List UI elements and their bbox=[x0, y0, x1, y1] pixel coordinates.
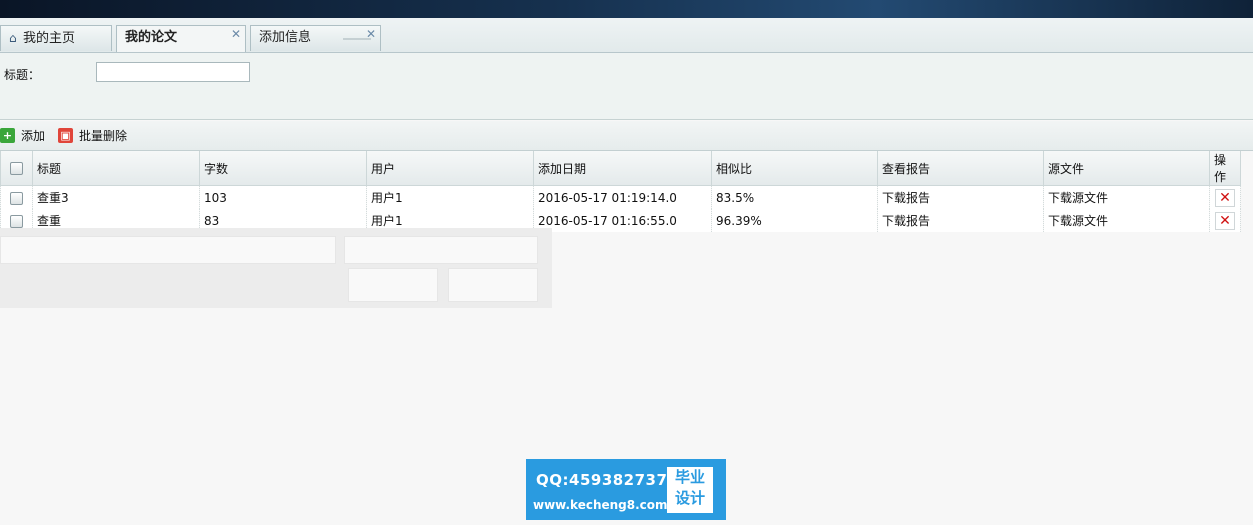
title-label: 标题： bbox=[4, 68, 41, 82]
cell-title: 查重3 bbox=[32, 185, 200, 209]
tab-bar: ⌂ 我的主页 我的论文 ✕ 添加信息 ✕ bbox=[0, 18, 1253, 53]
rendering-artifact bbox=[348, 268, 438, 302]
column-header[interactable]: 标题 bbox=[32, 151, 200, 186]
action-cell: ✕ bbox=[1209, 209, 1241, 232]
tab-label: 添加信息 bbox=[259, 30, 312, 45]
select-all-cell[interactable] bbox=[0, 151, 33, 186]
title-search-input[interactable] bbox=[96, 62, 250, 82]
tab-add-info[interactable]: 添加信息 ✕ bbox=[250, 25, 381, 51]
rendering-artifact bbox=[448, 268, 538, 302]
row-checkbox[interactable] bbox=[10, 214, 23, 228]
action-cell: ✕ bbox=[1209, 185, 1241, 209]
rendering-artifact bbox=[344, 236, 538, 264]
column-header[interactable]: 查看报告 bbox=[877, 151, 1044, 186]
tab-home[interactable]: ⌂ 我的主页 bbox=[0, 25, 112, 51]
cell-date: 2016-05-17 01:19:14.0 bbox=[533, 185, 712, 209]
row-select-cell[interactable] bbox=[0, 185, 33, 209]
close-icon[interactable]: ✕ bbox=[366, 22, 376, 46]
cell-date: 2016-05-17 01:16:55.0 bbox=[533, 209, 712, 232]
table-header-row: 标题 字数 用户 添加日期 相似比 查看报告 源文件 操作 bbox=[0, 151, 1241, 186]
cell-similarity: 96.39% bbox=[711, 209, 878, 232]
close-icon[interactable]: ✕ bbox=[231, 22, 241, 46]
download-source-link[interactable]: 下载源文件 bbox=[1043, 209, 1210, 232]
column-header[interactable]: 字数 bbox=[199, 151, 367, 186]
watermark-badge: 毕业 设计 bbox=[667, 467, 713, 513]
search-panel: 标题： bbox=[0, 53, 1253, 120]
batch-delete-label: 批量删除 bbox=[79, 129, 128, 143]
column-header[interactable]: 相似比 bbox=[711, 151, 878, 186]
delete-row-button[interactable]: ✕ bbox=[1215, 211, 1235, 230]
download-source-link[interactable]: 下载源文件 bbox=[1043, 185, 1210, 209]
column-header: 操作 bbox=[1209, 151, 1241, 186]
toolbar: + 添加 ▣ 批量删除 bbox=[0, 121, 1253, 151]
tab-label: 我的论文 bbox=[125, 30, 178, 45]
table-row: 查重3 103 用户1 2016-05-17 01:19:14.0 83.5% … bbox=[0, 185, 1241, 209]
row-checkbox[interactable] bbox=[10, 191, 23, 205]
watermark-qq: QQ:459382737 bbox=[536, 471, 668, 489]
watermark-banner: QQ:459382737 www.kecheng8.com 毕业 设计 bbox=[526, 459, 726, 520]
add-icon: + bbox=[0, 128, 15, 143]
download-report-link[interactable]: 下载报告 bbox=[877, 209, 1044, 232]
badge-line: 设计 bbox=[674, 489, 705, 507]
badge-line: 毕业 bbox=[674, 468, 705, 486]
column-header[interactable]: 用户 bbox=[366, 151, 534, 186]
rendering-artifact bbox=[0, 236, 336, 264]
add-button[interactable]: + 添加 bbox=[0, 127, 50, 145]
cell-words: 103 bbox=[199, 185, 367, 209]
watermark-url: www.kecheng8.com bbox=[533, 498, 668, 512]
home-icon: ⌂ bbox=[9, 31, 17, 45]
column-header[interactable]: 源文件 bbox=[1043, 151, 1210, 186]
papers-table: 标题 字数 用户 添加日期 相似比 查看报告 源文件 操作 查重3 103 用户… bbox=[0, 151, 1241, 232]
delete-row-button[interactable]: ✕ bbox=[1215, 188, 1235, 207]
select-all-checkbox[interactable] bbox=[10, 162, 23, 175]
cell-similarity: 83.5% bbox=[711, 185, 878, 209]
delete-icon: ▣ bbox=[58, 128, 73, 143]
download-report-link[interactable]: 下载报告 bbox=[877, 185, 1044, 209]
batch-delete-button[interactable]: ▣ 批量删除 bbox=[58, 127, 134, 145]
tab-my-papers[interactable]: 我的论文 ✕ bbox=[116, 25, 246, 52]
top-banner bbox=[0, 0, 1253, 18]
tab-label: 我的主页 bbox=[23, 31, 76, 46]
add-button-label: 添加 bbox=[21, 129, 46, 143]
column-header[interactable]: 添加日期 bbox=[533, 151, 712, 186]
cell-user: 用户1 bbox=[366, 185, 534, 209]
